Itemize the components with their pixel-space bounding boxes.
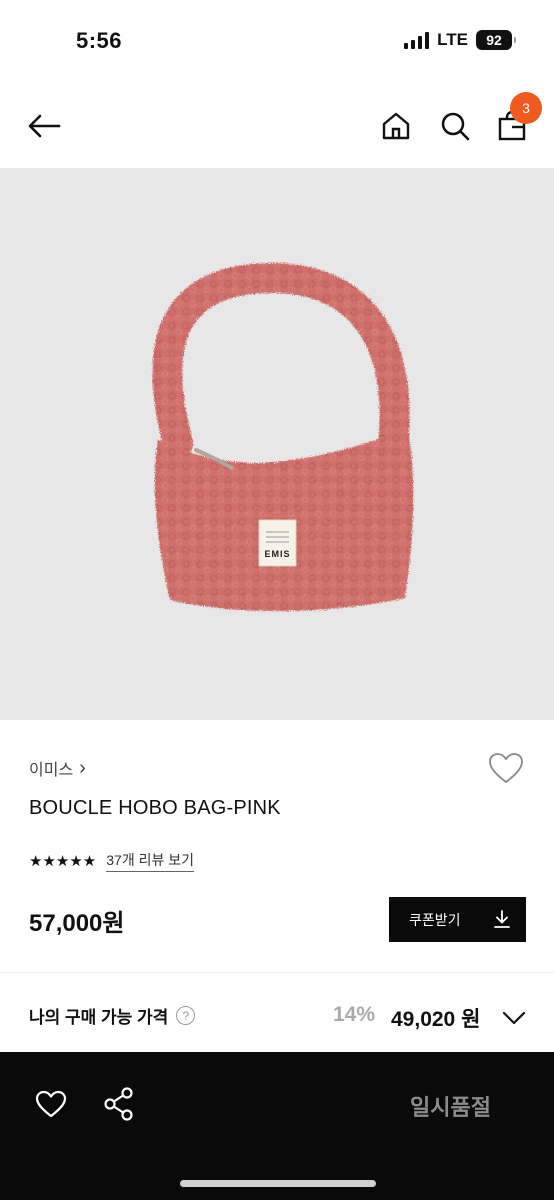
share-button[interactable] bbox=[101, 1086, 137, 1122]
brand-link[interactable]: 이미스 › bbox=[29, 756, 86, 780]
section-divider bbox=[0, 972, 554, 973]
search-icon bbox=[441, 112, 470, 141]
bottom-wishlist-button[interactable] bbox=[33, 1086, 69, 1122]
bottom-action-bar: 일시품절 bbox=[0, 1052, 554, 1200]
coupon-download-button[interactable]: 쿠폰받기 bbox=[389, 897, 526, 942]
my-price-label-group: 나의 구매 가능 가격 ? bbox=[29, 1003, 196, 1028]
help-icon[interactable]: ? bbox=[176, 1006, 196, 1025]
search-button[interactable] bbox=[435, 106, 475, 146]
status-indicators: LTE 92 bbox=[404, 30, 516, 50]
home-button[interactable] bbox=[376, 106, 416, 146]
brand-name: 이미스 bbox=[29, 762, 74, 779]
battery-icon: 92 bbox=[476, 30, 516, 50]
sold-out-status: 일시품절 bbox=[410, 1095, 491, 1120]
bag-label-text: EMIS bbox=[264, 549, 290, 559]
my-final-price: 49,020 원 bbox=[391, 1008, 481, 1031]
product-name: BOUCLE HOBO BAG-PINK bbox=[29, 797, 281, 819]
expand-button[interactable] bbox=[500, 1004, 528, 1032]
network-type: LTE bbox=[437, 30, 468, 49]
discount-rate: 14% bbox=[333, 1003, 376, 1026]
wishlist-button[interactable] bbox=[486, 748, 526, 788]
share-icon bbox=[104, 1087, 133, 1121]
star-rating-icon: ★★★★★ bbox=[29, 852, 97, 870]
back-button[interactable] bbox=[24, 106, 64, 146]
status-time: 5:56 bbox=[76, 28, 123, 53]
rating-row: ★★★★★ 37개 리뷰 보기 bbox=[29, 850, 195, 872]
home-icon bbox=[382, 112, 410, 140]
heart-icon bbox=[35, 1090, 67, 1118]
product-price: 57,000원 bbox=[29, 910, 125, 937]
coupon-button-label: 쿠폰받기 bbox=[409, 911, 461, 928]
product-image[interactable]: EMIS bbox=[0, 168, 554, 720]
status-bar: 5:56 LTE 92 bbox=[0, 0, 554, 80]
cart-count-badge: 3 bbox=[510, 92, 542, 124]
home-indicator bbox=[180, 1180, 376, 1187]
chevron-down-icon bbox=[502, 1011, 526, 1025]
back-arrow-icon bbox=[28, 114, 61, 138]
my-price-row[interactable]: 나의 구매 가능 가격 ? 14% 49,020 원 bbox=[0, 990, 554, 1044]
heart-outline-icon bbox=[489, 753, 523, 783]
top-nav bbox=[0, 88, 554, 164]
my-price-label: 나의 구매 가능 가격 bbox=[29, 1008, 169, 1027]
boucle-bag-illustration: EMIS bbox=[152, 262, 414, 612]
download-icon bbox=[494, 910, 510, 928]
battery-level: 92 bbox=[486, 32, 502, 48]
review-link[interactable]: 37개 리뷰 보기 bbox=[106, 850, 195, 872]
signal-icon bbox=[404, 31, 430, 49]
chevron-right-icon: › bbox=[79, 757, 86, 779]
